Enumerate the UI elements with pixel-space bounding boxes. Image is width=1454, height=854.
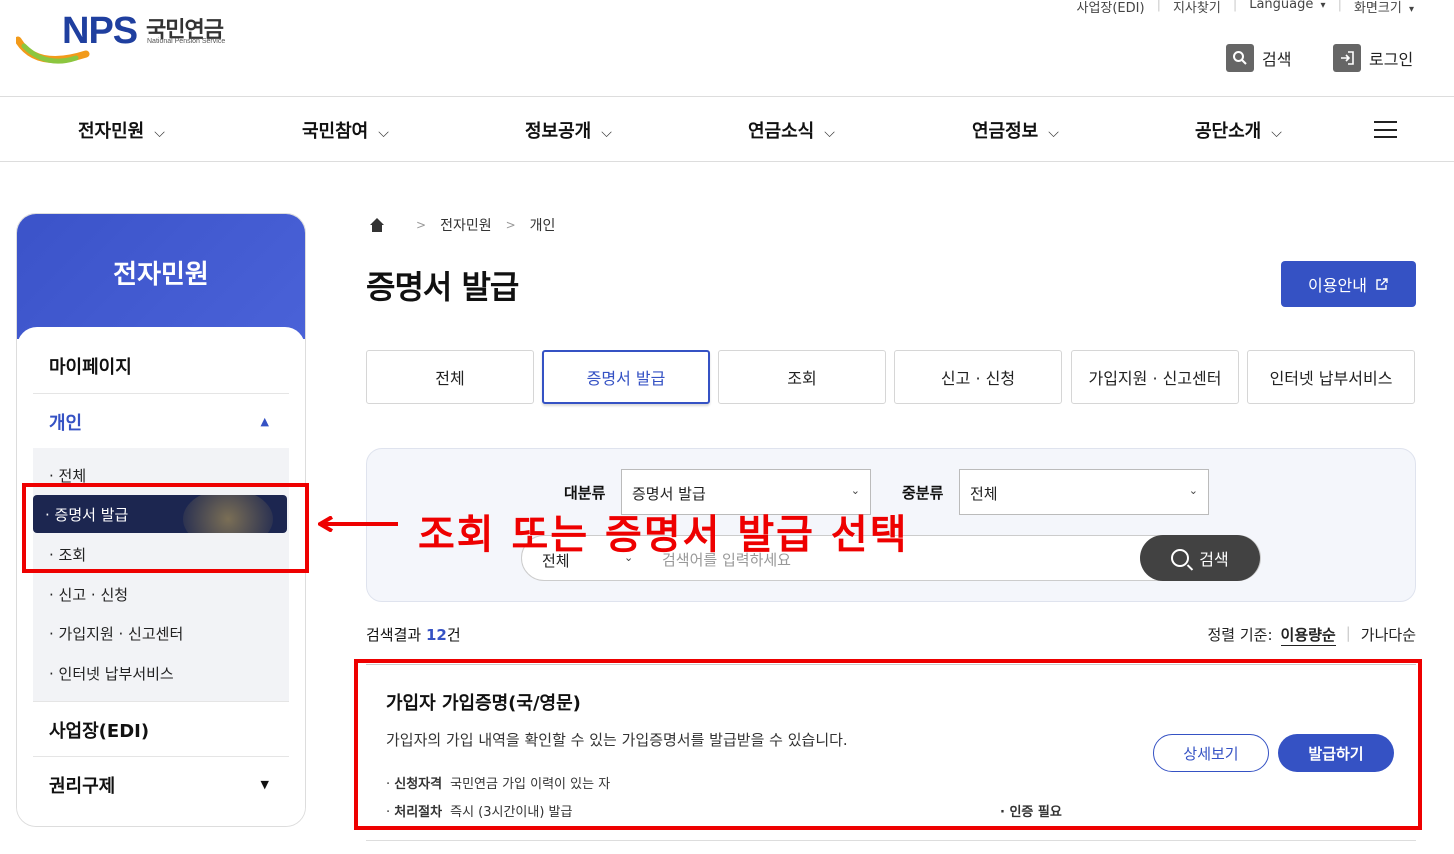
- search-icon: [1226, 44, 1254, 72]
- breadcrumb-item[interactable]: 개인: [530, 215, 556, 235]
- sidebar-sub-payment[interactable]: 인터넷 납부서비스: [49, 663, 174, 684]
- minor-category-value: 전체: [970, 485, 998, 503]
- tab-payment[interactable]: 인터넷 납부서비스: [1247, 350, 1415, 404]
- gnb-item-disclosure[interactable]: 정보공개 ⌵: [525, 117, 612, 143]
- nps-logo[interactable]: NPS 국민연금 National Pension Service: [16, 10, 256, 72]
- sidebar-title: 전자민원: [113, 260, 209, 290]
- sidebar-item-edi[interactable]: 사업장(EDI): [49, 717, 149, 743]
- major-category-value: 증명서 발급: [632, 485, 706, 503]
- sidebar-header: 전자민원: [17, 214, 305, 339]
- annotation-arrow-icon: [318, 516, 398, 532]
- guide-button[interactable]: 이용안내: [1281, 261, 1416, 307]
- sort-by-usage[interactable]: 이용량순: [1280, 624, 1336, 646]
- gnb-label: 공단소개: [1195, 121, 1262, 142]
- result-count-number: 12: [425, 626, 447, 644]
- util-link-branch[interactable]: 지사찾기: [1173, 0, 1221, 16]
- caret-up-icon[interactable]: ▲: [261, 415, 269, 428]
- hamburger-menu-icon[interactable]: [1374, 121, 1397, 138]
- result-count-prefix: 검색결과: [366, 626, 422, 644]
- util-separator: |: [1232, 0, 1238, 12]
- divider: [366, 840, 1416, 841]
- tab-inquiry[interactable]: 조회: [718, 350, 886, 404]
- gnb-item-e-civil[interactable]: 전자민원 ⌵: [78, 117, 165, 143]
- annotation-highlight-box: [354, 659, 1422, 830]
- util-link-edi[interactable]: 사업장(EDI): [1076, 0, 1144, 16]
- gnb-label: 정보공개: [525, 121, 592, 142]
- page-title: 증명서 발급: [366, 268, 519, 306]
- chevron-down-icon: ⌵: [601, 125, 612, 141]
- tab-all[interactable]: 전체: [366, 350, 534, 404]
- chevron-down-icon: ⌄: [850, 484, 860, 497]
- chevron-down-icon: ⌵: [1048, 125, 1059, 141]
- global-nav: 전자민원 ⌵ 국민참여 ⌵ 정보공개 ⌵ 연금소식 ⌵ 연금정보 ⌵ 공단소개 ⌵: [0, 96, 1454, 162]
- search-icon: [1171, 549, 1190, 567]
- breadcrumb-item[interactable]: 전자민원: [440, 215, 492, 235]
- divider: [33, 393, 289, 394]
- result-count: 검색결과 12건: [366, 624, 461, 645]
- chevron-down-icon: ⌵: [1271, 125, 1282, 141]
- gnb-label: 전자민원: [78, 121, 145, 142]
- sidebar-item-personal[interactable]: 개인: [49, 409, 82, 435]
- util-font-size-dropdown[interactable]: 화면크기: [1354, 0, 1414, 16]
- gnb-label: 연금소식: [748, 121, 815, 142]
- search-button[interactable]: 검색: [1140, 535, 1260, 581]
- util-separator: |: [1156, 0, 1161, 12]
- chevron-down-icon: ⌄: [1188, 484, 1198, 497]
- caret-down-icon[interactable]: ▼: [261, 778, 269, 791]
- sidebar-menu: 마이페이지 개인 ▲ 전체 조회 신고 · 신청 가입지원 · 신고센터 인터넷…: [17, 327, 305, 826]
- divider: [33, 701, 289, 702]
- sort-separator: |: [1345, 624, 1351, 642]
- sidebar-sub-report[interactable]: 신고 · 신청: [49, 584, 129, 605]
- annotation-highlight-box: [22, 483, 309, 573]
- annotation-text: 조회 또는 증명서 발급 선택: [418, 512, 909, 558]
- sidebar-item-remedy[interactable]: 권리구제: [49, 772, 115, 798]
- gnb-label: 연금정보: [972, 121, 1039, 142]
- gnb-item-pension-info[interactable]: 연금정보 ⌵: [972, 117, 1059, 143]
- gnb-item-news[interactable]: 연금소식 ⌵: [748, 117, 835, 143]
- sidebar-item-mypage[interactable]: 마이페이지: [49, 353, 132, 379]
- chevron-down-icon: ⌵: [824, 125, 835, 141]
- tab-report[interactable]: 신고 · 신청: [894, 350, 1062, 404]
- sort-options: 정렬 기준: 이용량순 | 가나다순: [1207, 624, 1416, 646]
- minor-category-select[interactable]: 전체 ⌄: [959, 469, 1209, 515]
- util-separator: |: [1337, 0, 1342, 12]
- header-search-label: 검색: [1262, 50, 1292, 69]
- gnb-item-about[interactable]: 공단소개 ⌵: [1195, 117, 1282, 143]
- breadcrumb: > 전자민원 > 개인: [370, 215, 555, 235]
- search-button-label: 검색: [1199, 550, 1229, 569]
- login-icon: [1333, 44, 1361, 72]
- minor-category-label: 중분류: [902, 484, 944, 502]
- logo-english: National Pension Service: [147, 38, 226, 45]
- sidebar-sub-support[interactable]: 가입지원 · 신고센터: [49, 623, 184, 644]
- chevron-down-icon: ⌵: [154, 125, 165, 141]
- gnb-label: 국민참여: [302, 121, 369, 142]
- major-category-label: 대분류: [564, 484, 606, 502]
- util-language-dropdown[interactable]: Language: [1249, 0, 1325, 16]
- external-link-icon: [1376, 278, 1388, 290]
- header-login-label: 로그인: [1369, 50, 1414, 69]
- tab-support[interactable]: 가입지원 · 신고센터: [1071, 350, 1239, 404]
- chevron-down-icon: ⌵: [378, 125, 389, 141]
- divider: [33, 756, 289, 757]
- chevron-right-icon: >: [505, 218, 516, 232]
- chevron-right-icon: >: [416, 218, 427, 232]
- result-count-suffix: 건: [446, 626, 461, 644]
- utility-links: 사업장(EDI) | 지사찾기 | Language | 화면크기: [1076, 0, 1414, 16]
- guide-button-label: 이용안내: [1308, 276, 1367, 295]
- home-icon[interactable]: [370, 218, 384, 232]
- header-login-button[interactable]: 로그인: [1333, 44, 1413, 72]
- tab-certificate[interactable]: 증명서 발급: [542, 350, 710, 404]
- sort-label: 정렬 기준:: [1207, 626, 1273, 644]
- header-search-button[interactable]: 검색: [1226, 44, 1291, 72]
- gnb-item-participation[interactable]: 국민참여 ⌵: [302, 117, 389, 143]
- sort-by-alpha[interactable]: 가나다순: [1361, 624, 1416, 646]
- logo-brand: NPS: [62, 10, 138, 52]
